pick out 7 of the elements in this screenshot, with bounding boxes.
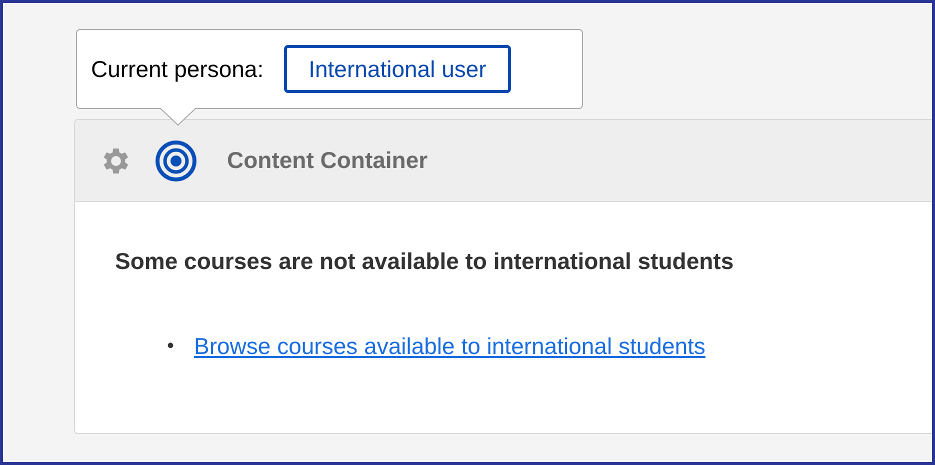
bullet: •	[167, 334, 174, 359]
panel-title: Content Container	[227, 146, 428, 176]
notice-heading: Some courses are not available to international students	[115, 247, 735, 276]
browse-link[interactable]: Browse courses available to international students	[194, 328, 706, 363]
persona-label: Current persona:	[91, 54, 264, 84]
persona-button[interactable]: International user	[284, 45, 512, 93]
target-icon[interactable]	[155, 140, 197, 182]
